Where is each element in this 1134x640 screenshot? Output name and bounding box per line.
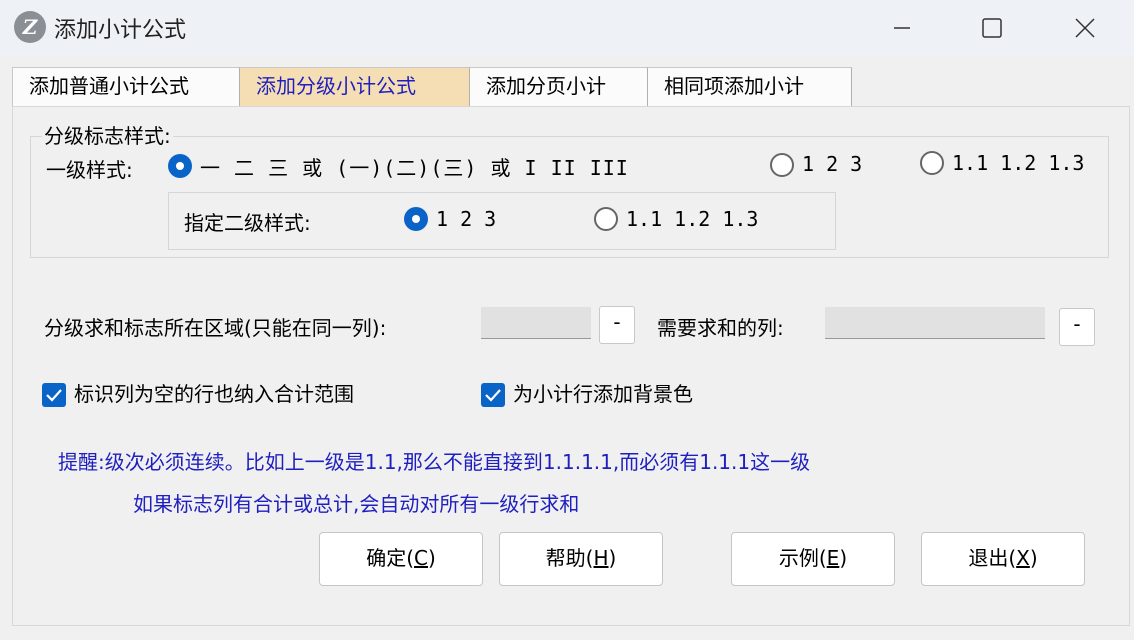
level1-option-chinese: 一 二 三 或 (一)(二)(三) 或 I II III [200,156,629,180]
level1-radio-chinese[interactable] [168,154,192,178]
level2-option-decimal: 1.1 1.2 1.3 [626,207,759,231]
sum-area-input[interactable] [481,307,591,339]
level2-radio-123[interactable] [404,207,428,231]
level1-label: 一级样式: [46,158,133,182]
maximize-icon [982,18,1002,38]
level1-radio-123[interactable] [770,153,794,177]
reminder-note-line2: 如果标志列有合计或总计,会自动对所有一级行求和 [133,492,580,516]
level2-label: 指定二级样式: [184,211,311,235]
include-empty-rows-label: 标识列为空的行也纳入合计范围 [74,382,354,406]
level1-option-decimal: 1.1 1.2 1.3 [952,151,1085,175]
sum-columns-input[interactable] [825,307,1045,339]
level2-option-123: 1 2 3 [436,207,497,231]
sum-area-label: 分级求和标志所在区域(只能在同一列): [44,316,387,340]
window-title: 添加小计公式 [54,18,187,43]
add-background-checkbox[interactable] [481,383,505,407]
title-bar: Z 添加小计公式 [0,0,1134,56]
close-button[interactable] [1055,8,1115,48]
add-background-label: 为小计行添加背景色 [513,382,693,406]
level2-radio-decimal[interactable] [594,207,618,231]
minimize-button[interactable] [872,8,932,48]
maximize-button[interactable] [962,8,1022,48]
include-empty-rows-checkbox[interactable] [42,383,66,407]
group-legend: 分级标志样式: [42,120,173,149]
sum-columns-select-button[interactable]: - [1059,308,1095,346]
app-logo-icon: Z [14,11,46,43]
minimize-icon [894,27,910,29]
close-icon [1075,18,1095,38]
tab-normal-subtotal[interactable]: 添加普通小计公式 [12,67,240,107]
level1-option-123: 1 2 3 [802,152,863,176]
sum-area-select-button[interactable]: - [599,306,635,344]
tab-page-subtotal[interactable]: 添加分页小计 [470,67,648,107]
exit-button[interactable]: 退出(X) [921,532,1085,586]
tab-same-item-subtotal[interactable]: 相同项添加小计 [648,67,852,107]
tab-level-subtotal[interactable]: 添加分级小计公式 [240,67,470,107]
checkmark-icon [485,389,501,402]
example-button[interactable]: 示例(E) [731,532,895,586]
reminder-note-line1: 提醒:级次必须连续。比如上一级是1.1,那么不能直接到1.1.1.1,而必须有1… [58,450,811,474]
ok-button[interactable]: 确定(C) [319,532,483,586]
level1-radio-decimal[interactable] [920,151,944,175]
sum-columns-label: 需要求和的列: [657,316,784,340]
tab-strip: 添加普通小计公式 添加分级小计公式 添加分页小计 相同项添加小计 [12,67,1130,107]
help-button[interactable]: 帮助(H) [499,532,663,586]
checkmark-icon [46,389,62,402]
